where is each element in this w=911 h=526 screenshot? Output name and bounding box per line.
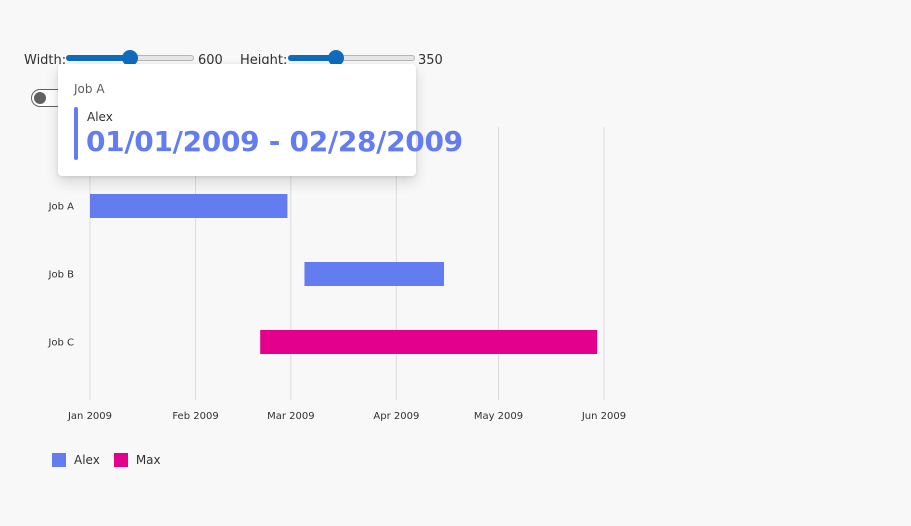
tooltip-title: Job A xyxy=(74,82,105,96)
legend-label-alex: Alex xyxy=(74,453,100,467)
chart-legend: Alex Max xyxy=(52,453,161,467)
y-tick-label: Job A xyxy=(48,202,75,213)
x-tick-label: Jun 2009 xyxy=(581,411,626,422)
tooltip-legend: Alex xyxy=(87,110,113,124)
legend-item-max[interactable]: Max xyxy=(113,453,161,467)
legend-label-max: Max xyxy=(135,453,161,467)
bars xyxy=(90,194,598,354)
tooltip-color-bar xyxy=(74,107,78,160)
x-axis-labels: Jan 2009 Feb 2009 Mar 2009 Apr 2009 May 2009… xyxy=(67,411,626,422)
gantt-bar[interactable] xyxy=(304,262,445,286)
x-tick-label: Feb 2009 xyxy=(172,411,218,422)
gantt-bar[interactable] xyxy=(90,194,288,218)
gantt-bar[interactable] xyxy=(260,330,598,354)
chart-tooltip: Job A Alex 01/01/2009 - 02/28/2009 xyxy=(58,64,463,176)
y-tick-label: Job C xyxy=(47,338,74,349)
legend-swatch-alex xyxy=(52,453,66,467)
legend-swatch-max xyxy=(113,453,128,467)
tooltip-value: 01/01/2009 - 02/28/2009 xyxy=(86,125,463,158)
y-axis-labels: Job A Job B Job C xyxy=(47,202,74,349)
x-tick-label: Apr 2009 xyxy=(373,411,419,422)
x-tick-label: Jan 2009 xyxy=(67,411,112,422)
x-tick-label: May 2009 xyxy=(474,411,523,422)
legend-item-alex[interactable]: Alex xyxy=(52,453,100,467)
x-tick-label: Mar 2009 xyxy=(267,411,315,422)
y-tick-label: Job B xyxy=(48,270,75,281)
